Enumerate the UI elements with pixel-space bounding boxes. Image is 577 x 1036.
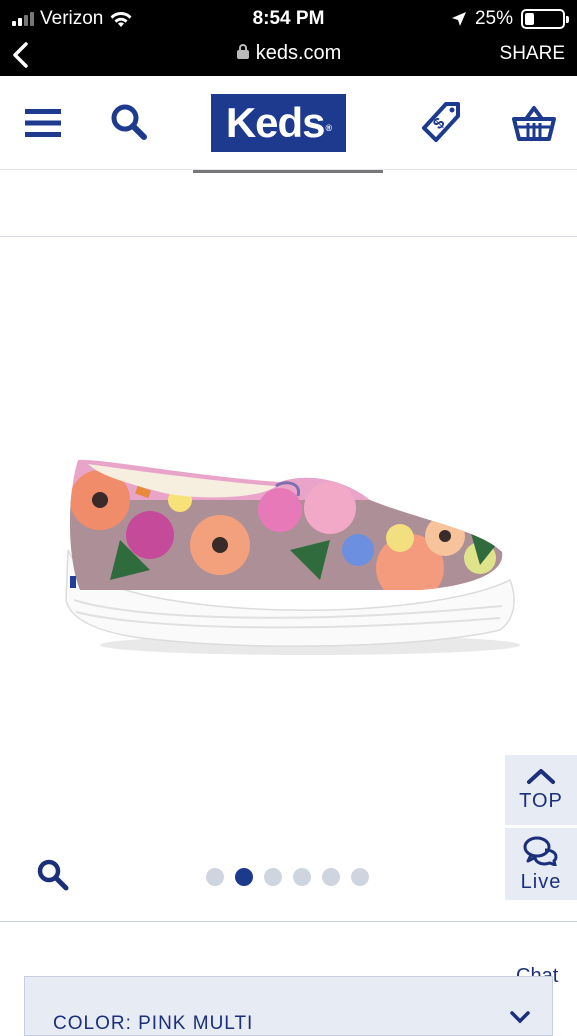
menu-button[interactable] [18,98,68,148]
ios-status-bar: Verizon 8:54 PM 25% keds.com SHARE [0,0,577,76]
chat-bubbles-icon [523,836,558,868]
pagination-dot[interactable] [264,868,282,886]
top-label: TOP [519,790,563,812]
pagination-dot[interactable] [235,868,253,886]
battery-icon [521,9,569,29]
live-label: Live [520,871,562,893]
basket-icon [512,106,556,141]
back-to-top-button[interactable]: TOP [505,755,577,825]
url-text: keds.com [255,42,342,64]
floral-slip-on-shoe [65,459,520,655]
deals-button[interactable]: $ [416,98,466,148]
pagination-dot[interactable] [351,868,369,886]
live-chat-button[interactable]: Live [505,828,577,900]
cart-button[interactable] [509,98,559,148]
price-tag-icon: $ [422,102,460,142]
address-bar[interactable]: keds.com [0,42,577,65]
pagination-dot[interactable] [322,868,340,886]
share-button[interactable]: SHARE [500,43,565,65]
chevron-up-icon [527,769,555,784]
registered-mark: ® [325,123,333,133]
location-arrow-icon [451,12,466,26]
divider [0,236,577,237]
product-image[interactable] [40,440,540,670]
battery-percent: 25% [474,8,513,29]
site-header: Keds ® $ [0,76,577,170]
color-label: COLOR: PINK MULTI [53,1013,254,1034]
search-button[interactable] [104,98,154,148]
search-icon [111,104,147,140]
zoom-button[interactable] [36,858,72,894]
color-dropdown[interactable]: COLOR: PINK MULTI [24,976,553,1036]
pagination-dot[interactable] [293,868,311,886]
divider [0,921,577,922]
scroll-indicator [193,170,383,173]
hamburger-icon [25,109,61,137]
chevron-down-icon [510,1011,530,1024]
pagination-dot[interactable] [206,868,224,886]
logo-text: Keds [225,99,326,146]
lock-icon [236,44,249,59]
keds-logo[interactable]: Keds ® [211,94,346,152]
magnifier-icon [37,859,69,891]
image-pagination [206,868,369,886]
